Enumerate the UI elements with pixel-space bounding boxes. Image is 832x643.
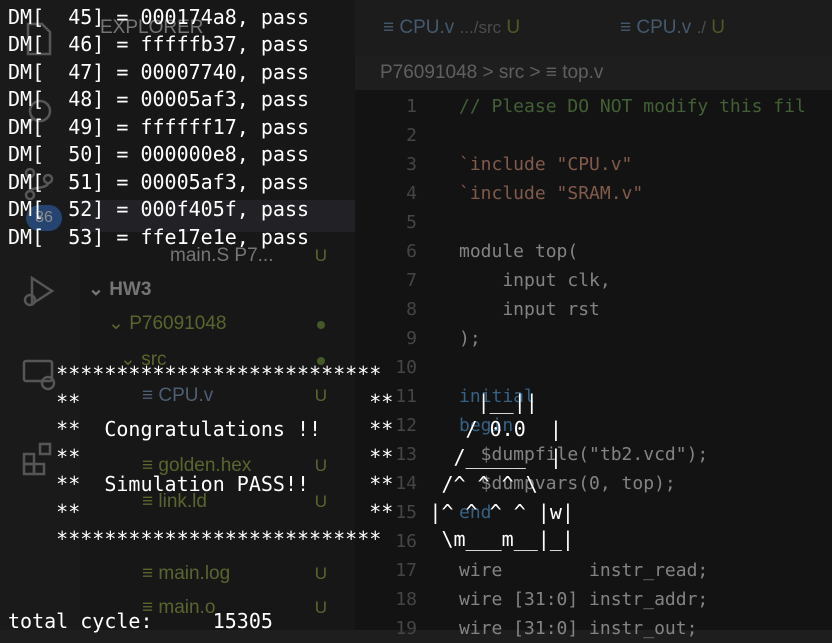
banner-line: ** ** /_____ | — [8, 445, 562, 469]
terminal-output[interactable]: DM[ 45] = 000174a8, pass DM[ 46] = fffff… — [0, 0, 832, 633]
terminal-line: DM[ 51] = 00005af3, pass — [8, 170, 310, 194]
banner-line: ** ** |^ ^ ^ ^ |w| — [8, 500, 574, 524]
terminal-line: DM[ 50] = 000000e8, pass — [8, 142, 310, 166]
terminal-line: DM[ 52] = 000f405f, pass — [8, 197, 310, 221]
terminal-line: DM[ 48] = 00005af3, pass — [8, 87, 310, 111]
banner-line: ** Simulation PASS!! ** /^ ^ ^ \ — [8, 472, 538, 496]
terminal-line: DM[ 46] = fffffb37, pass — [8, 32, 310, 56]
terminal-line: DM[ 47] = 00007740, pass — [8, 60, 310, 84]
banner-line: ** ** |__|| — [8, 390, 538, 414]
banner-line: *************************** \m___m__|_| — [8, 527, 574, 551]
total-cycle-line: total cycle: 15305 — [8, 609, 273, 633]
terminal-line: DM[ 49] = ffffff17, pass — [8, 115, 310, 139]
terminal-line: DM[ 53] = ffe17e1e, pass — [8, 225, 310, 249]
banner-line: *************************** — [8, 362, 382, 386]
banner-line: ** Congratulations !! ** / 0.0 | — [8, 417, 562, 441]
terminal-line: DM[ 45] = 000174a8, pass — [8, 5, 310, 29]
